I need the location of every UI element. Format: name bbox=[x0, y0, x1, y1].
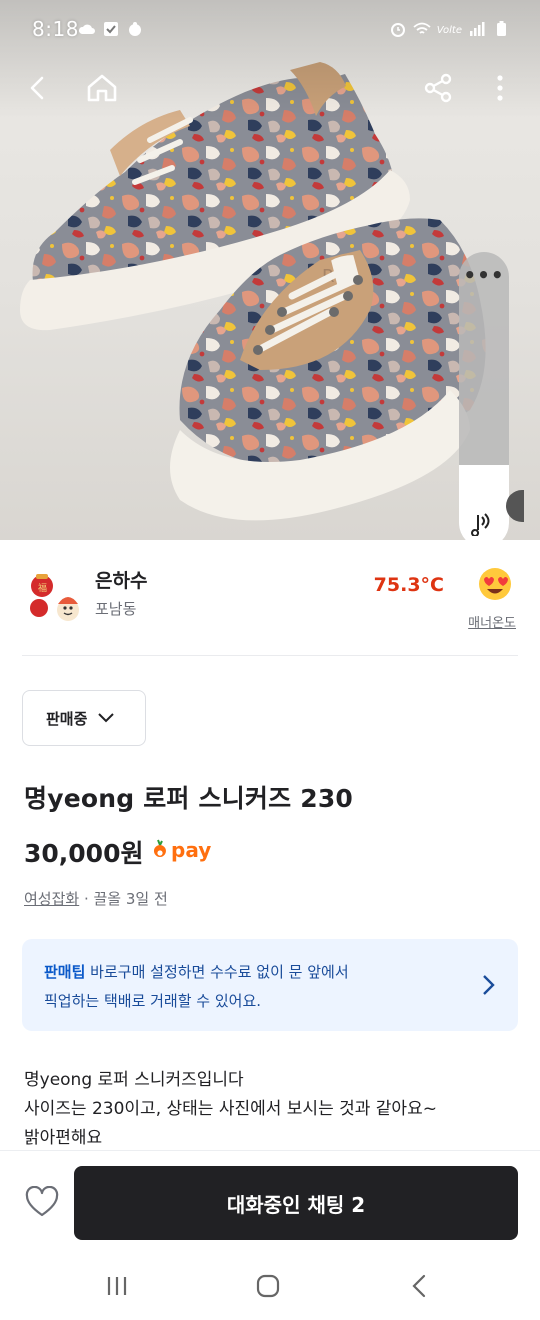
more-vertical-icon bbox=[497, 75, 503, 101]
seller-region: 포남동 bbox=[95, 600, 137, 618]
product-time: · 끌올 3일 전 bbox=[79, 890, 168, 908]
manner-temperature: 75.3°C bbox=[373, 574, 444, 596]
chat-button[interactable]: 대화중인 채팅 2 bbox=[74, 1166, 518, 1240]
volume-icon[interactable] bbox=[470, 508, 498, 536]
alarm-icon bbox=[390, 23, 405, 37]
chevron-down-icon bbox=[98, 713, 115, 723]
tip-line-2: 픽업하는 택배로 거래할 수 있어요. bbox=[44, 992, 262, 1010]
back-icon bbox=[30, 76, 44, 100]
sale-status-label: 판매중 bbox=[46, 709, 88, 728]
battery-icon bbox=[497, 21, 506, 36]
cloud-icon bbox=[78, 24, 95, 34]
recent-apps-icon[interactable] bbox=[102, 1272, 132, 1300]
signal-icon bbox=[470, 22, 485, 36]
share-button[interactable] bbox=[414, 64, 462, 112]
tip-line-1: 판매팁 바로구매 설정하면 수수료 없이 문 앞에서 bbox=[44, 961, 349, 982]
notification-icon bbox=[129, 22, 141, 36]
chevron-right-icon bbox=[483, 975, 495, 995]
network-label: Volte bbox=[436, 24, 462, 36]
bottom-action-bar: 대화중인 채팅 2 bbox=[0, 1150, 540, 1254]
home-button[interactable] bbox=[78, 64, 126, 112]
more-button[interactable] bbox=[476, 64, 524, 112]
more-horizontal-icon[interactable]: ••• bbox=[459, 265, 509, 285]
status-time: 8:18 bbox=[32, 17, 79, 41]
home-icon bbox=[87, 74, 117, 102]
wifi-icon bbox=[413, 22, 431, 34]
system-navigation-bar bbox=[0, 1254, 540, 1320]
description-line: 사이즈는 230이고, 상태는 사진에서 보시는 것과 같아요~ bbox=[24, 1099, 437, 1119]
sale-status-dropdown[interactable]: 판매중 bbox=[22, 690, 146, 746]
daangn-pay-badge: pay bbox=[152, 838, 211, 862]
tip-line-1-text: 바로구매 설정하면 수수료 없이 문 앞에서 bbox=[85, 963, 349, 981]
seller-section[interactable]: 福 은하수 포남동 75.3°C 매너온도 bbox=[0, 540, 540, 656]
status-bar: 8:18 Volte bbox=[0, 0, 540, 60]
carrot-icon bbox=[153, 839, 166, 857]
product-description: 명yeong 로퍼 스니커즈입니다 사이즈는 230이고, 상태는 사진에서 보… bbox=[24, 1066, 520, 1153]
avatar[interactable]: 福 bbox=[22, 564, 84, 626]
back-button[interactable] bbox=[14, 64, 62, 112]
pay-label: pay bbox=[171, 838, 212, 862]
divider bbox=[22, 655, 518, 656]
checkbox-icon bbox=[104, 22, 118, 36]
product-title: 명yeong 로퍼 스니커즈 230 bbox=[24, 784, 354, 813]
heart-icon[interactable] bbox=[25, 1186, 59, 1218]
description-line: 명yeong 로퍼 스니커즈입니다 bbox=[24, 1070, 244, 1090]
home-button-icon[interactable] bbox=[253, 1272, 283, 1300]
product-image[interactable]: R 8:18 Vo bbox=[0, 0, 540, 540]
product-meta: 여성잡화 · 끌올 3일 전 bbox=[24, 888, 168, 909]
tip-prefix: 판매팁 bbox=[44, 963, 86, 981]
manner-temperature-link[interactable]: 매너온도 bbox=[468, 612, 516, 631]
category-link[interactable]: 여성잡화 bbox=[24, 890, 79, 908]
svg-text:福: 福 bbox=[38, 582, 47, 594]
heart-eyes-emoji-icon bbox=[479, 568, 511, 600]
seller-nickname[interactable]: 은하수 bbox=[95, 566, 147, 593]
back-button-icon[interactable] bbox=[405, 1272, 435, 1300]
description-line: 밝아편해요 bbox=[24, 1128, 103, 1148]
share-icon bbox=[424, 73, 452, 103]
product-price: 30,000원 bbox=[24, 839, 144, 868]
sales-tip-banner[interactable]: 판매팁 바로구매 설정하면 수수료 없이 문 앞에서 픽업하는 택배로 거래할 … bbox=[22, 939, 518, 1031]
volume-panel[interactable]: ••• bbox=[459, 252, 509, 540]
